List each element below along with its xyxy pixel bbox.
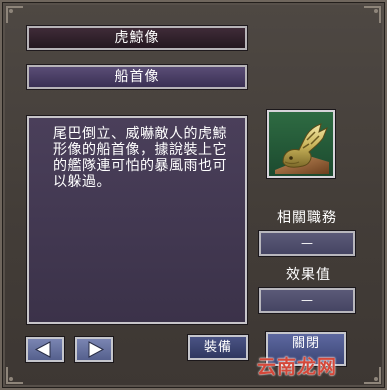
item-name-title: 虎鯨像: [27, 26, 247, 50]
right-arrow-icon: [88, 341, 105, 358]
equip-button[interactable]: 裝備: [188, 335, 248, 360]
description-box: 尾巴倒立、威嚇敵人的虎鯨形像的船首像，據說裝上它的艦隊連可怕的暴風雨也可以躲過。: [27, 116, 247, 324]
next-item-button[interactable]: [75, 337, 113, 362]
site-watermark: 云南龙网: [257, 356, 338, 378]
corner-ornament: [6, 6, 24, 24]
item-icon-frame: [267, 110, 335, 178]
effect-value-field: —: [259, 288, 355, 313]
related-duty-label: 相關職務: [277, 210, 337, 226]
item-description: 尾巴倒立、威嚇敵人的虎鯨形像的船首像，據說裝上它的艦隊連可怕的暴風雨也可以躲過。: [53, 126, 227, 190]
orca-figurehead-icon: [275, 123, 329, 174]
close-button-label: 關閉: [291, 336, 320, 351]
item-detail-panel: 虎鯨像 船首像 尾巴倒立、威嚇敵人的虎鯨形像的船首像，據說裝上它的艦隊連可怕的暴…: [0, 0, 387, 390]
corner-ornament: [6, 366, 24, 384]
left-arrow-icon: [34, 341, 51, 358]
effect-value-label: 效果值: [286, 267, 331, 283]
corner-ornament: [363, 6, 381, 24]
equip-button-label: 裝備: [203, 340, 232, 355]
item-type-title: 船首像: [27, 65, 247, 89]
related-duty-field: —: [259, 231, 355, 256]
previous-item-button[interactable]: [26, 337, 64, 362]
corner-ornament: [363, 366, 381, 384]
